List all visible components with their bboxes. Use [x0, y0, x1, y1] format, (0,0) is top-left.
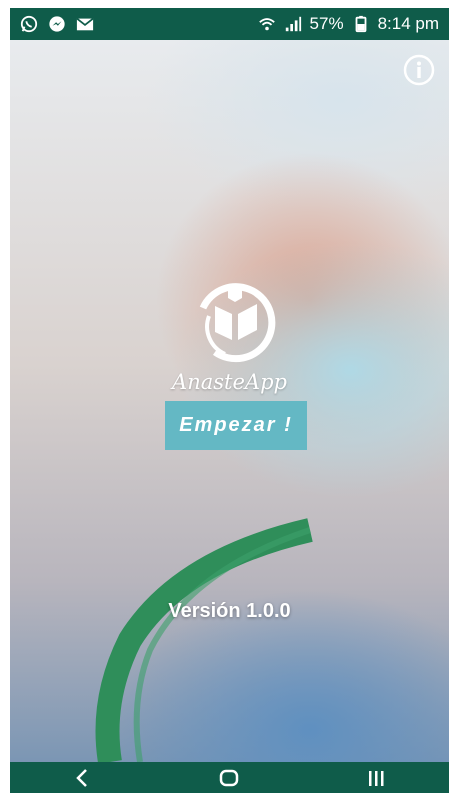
recent-apps-icon [368, 770, 384, 786]
battery-percent: 57% [309, 14, 344, 33]
start-button[interactable]: Empezar ! [165, 401, 307, 450]
version-label: Versión 1.0.0 [168, 600, 291, 622]
home-icon [220, 769, 239, 786]
app-logo [185, 268, 285, 368]
clock: 8:14 pm [377, 14, 439, 33]
signal-icon [284, 15, 302, 33]
gmail-icon [76, 15, 94, 33]
back-button[interactable] [71, 766, 95, 790]
app-logo-icon [199, 283, 276, 363]
back-icon [76, 768, 88, 787]
app-name: AnasteApp [172, 370, 287, 394]
wifi-icon [258, 15, 276, 33]
status-bar: 57% 8:14 pm [10, 8, 449, 40]
app-screen: 57% 8:14 pm AnasteApp Empezar ! Versión … [0, 0, 457, 793]
info-icon [403, 54, 435, 86]
navigation-bar [10, 762, 449, 793]
notification-icons [10, 15, 94, 33]
battery-icon [352, 15, 370, 33]
splash-background: AnasteApp Empezar ! Versión 1.0.0 [10, 40, 449, 762]
system-indicators: 57% 8:14 pm [258, 14, 449, 34]
recent-apps-button[interactable] [364, 766, 388, 790]
messenger-icon [48, 15, 66, 33]
whatsapp-icon [20, 15, 38, 33]
home-button[interactable] [217, 766, 241, 790]
info-button[interactable] [403, 54, 435, 86]
